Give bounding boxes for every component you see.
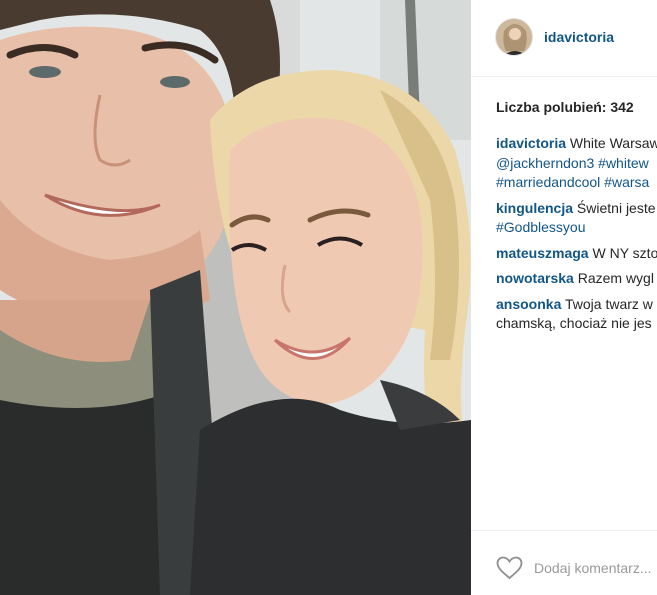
avatar-photo <box>496 19 532 55</box>
comment-text: White Warsaw <box>569 135 657 151</box>
comment-item: idavictoria White Warsaw @jackherndon3 #… <box>496 134 657 193</box>
post-footer: Dodaj komentarz... <box>471 530 657 595</box>
add-comment-input[interactable]: Dodaj komentarz... <box>534 560 652 576</box>
comment-item: ansoonka Twoja twarz w chamską, chociaż … <box>496 295 657 334</box>
post-header: idavictoria <box>471 0 657 77</box>
comment-item: kingulencja Świetni jeste #Godblessyou <box>496 199 657 238</box>
comment-text: chamską, chociaż nie jes <box>496 315 652 331</box>
username-link[interactable]: idavictoria <box>544 29 614 45</box>
post-sidebar: idavictoria Liczba polubień: 342 idavict… <box>471 0 657 595</box>
comment-item: mateuszmaga W NY szto <box>496 244 657 264</box>
comment-author[interactable]: kingulencja <box>496 200 573 216</box>
comment-text: Razem wygl <box>577 270 654 286</box>
selfie-photo <box>0 0 471 595</box>
comment-text: Twoja twarz w <box>565 295 653 312</box>
comment-author[interactable]: mateuszmaga <box>496 245 589 261</box>
comment-text: W NY szto <box>592 244 657 261</box>
comment-author[interactable]: nowotarska <box>496 270 574 286</box>
avatar[interactable] <box>495 18 533 56</box>
comment-text[interactable]: @jackherndon3 #whitew <box>496 155 649 171</box>
comments-list: idavictoria White Warsaw @jackherndon3 #… <box>496 134 657 340</box>
comment-text[interactable]: #marriedandcool #warsa <box>496 174 649 190</box>
comment-text: Świetni jeste <box>576 199 656 216</box>
heart-icon[interactable] <box>496 556 523 580</box>
comment-author[interactable]: ansoonka <box>496 296 561 312</box>
comment-author[interactable]: idavictoria <box>496 135 566 151</box>
comment-item: nowotarska Razem wygl <box>496 269 657 289</box>
comment-text[interactable]: #Godblessyou <box>496 219 586 235</box>
post-photo[interactable] <box>0 0 471 595</box>
likes-count: Liczba polubień: 342 <box>496 99 634 115</box>
